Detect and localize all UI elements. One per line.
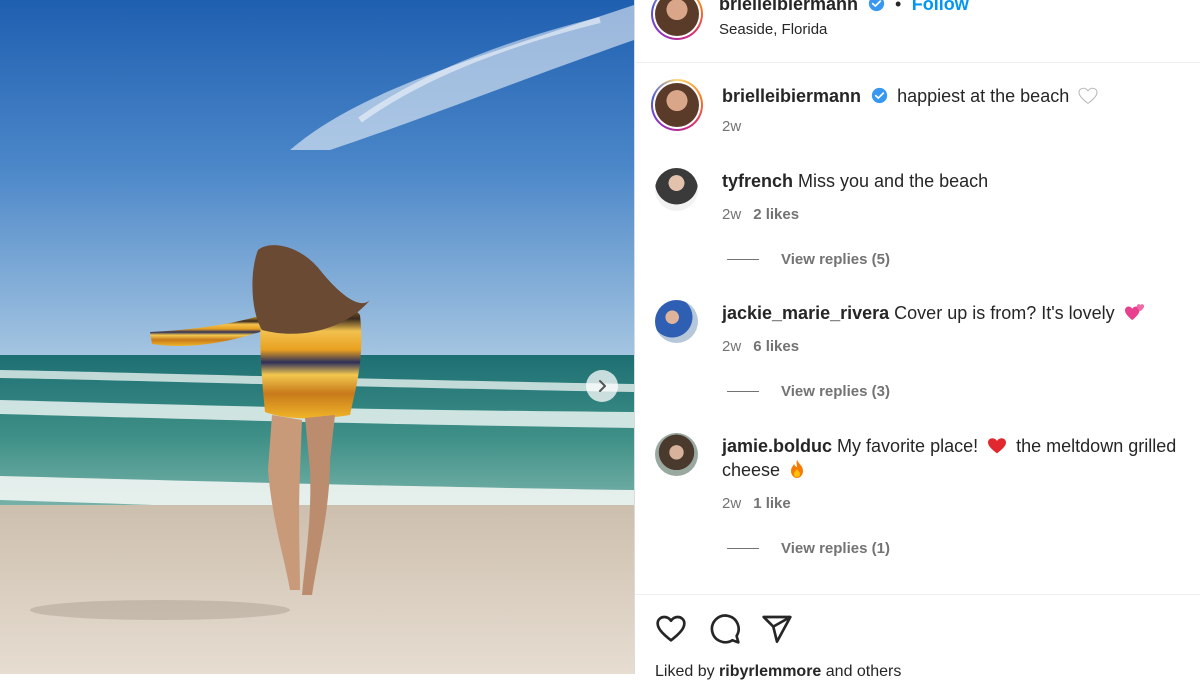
fire-emoji-icon	[791, 460, 804, 478]
comment-icon[interactable]	[709, 613, 741, 645]
comment-text: My favorite place!	[837, 436, 979, 456]
comment-avatar[interactable]	[655, 433, 698, 476]
view-replies-button[interactable]: View replies (3)	[727, 383, 890, 400]
chevron-right-icon	[599, 380, 606, 392]
comment-item: jamie.bolduc My favorite place! the melt…	[722, 434, 1192, 482]
red-heart-emoji-icon	[988, 438, 1007, 454]
two-hearts-emoji-icon	[1124, 304, 1144, 321]
caption-text: happiest at the beach	[897, 86, 1070, 106]
verified-badge-icon	[871, 87, 888, 104]
post-details-panel: brielleibiermann • Follow Seaside, Flori…	[635, 0, 1200, 680]
view-replies-label: View replies (5)	[781, 251, 890, 268]
comment-meta: 2w 1 like	[722, 495, 791, 512]
view-replies-label: View replies (1)	[781, 540, 890, 557]
post-photo	[0, 0, 634, 674]
comment-meta: 2w 6 likes	[722, 338, 799, 355]
heart-icon[interactable]	[655, 613, 687, 645]
beach-photo-image	[0, 0, 634, 674]
post-header: brielleibiermann • Follow Seaside, Flori…	[635, 0, 1200, 63]
comment-avatar[interactable]	[655, 168, 698, 211]
comment-time: 2w	[722, 206, 742, 223]
liked-by-prefix: Liked by	[655, 663, 715, 680]
caption: brielleibiermann happiest at the beach	[722, 86, 1098, 107]
replies-line	[727, 391, 759, 392]
replies-line	[727, 548, 759, 549]
separator-dot: •	[894, 0, 902, 14]
follow-button[interactable]: Follow	[912, 0, 969, 14]
comment-text: Cover up is from? It's lovely	[894, 303, 1115, 323]
comment-item: jackie_marie_rivera Cover up is from? It…	[722, 301, 1192, 325]
comment-time: 2w	[722, 495, 742, 512]
caption-time: 2w	[722, 118, 742, 135]
caption-username[interactable]: brielleibiermann	[722, 86, 861, 106]
view-replies-button[interactable]: View replies (1)	[727, 540, 890, 557]
comment-likes[interactable]: 2 likes	[753, 206, 799, 223]
post-actions-bar: Liked by ribyrlemmore and others	[635, 594, 1200, 680]
comment-time: 2w	[722, 338, 742, 355]
comment-likes[interactable]: 6 likes	[753, 338, 799, 355]
view-replies-label: View replies (3)	[781, 383, 890, 400]
liked-by-user[interactable]: ribyrlemmore	[719, 663, 821, 680]
comment-avatar[interactable]	[655, 300, 698, 343]
comment-username[interactable]: jackie_marie_rivera	[722, 303, 889, 323]
replies-line	[727, 259, 759, 260]
comment-likes[interactable]: 1 like	[753, 495, 791, 512]
author-avatar[interactable]	[651, 0, 703, 40]
comment-username[interactable]: tyfrench	[722, 171, 793, 191]
liked-by-suffix[interactable]: and others	[826, 663, 902, 680]
liked-by-line: Liked by ribyrlemmore and others	[655, 663, 901, 681]
comment-meta: 2w 2 likes	[722, 206, 799, 223]
caption-avatar[interactable]	[651, 79, 703, 131]
view-replies-button[interactable]: View replies (5)	[727, 251, 890, 268]
comment-username[interactable]: jamie.bolduc	[722, 436, 832, 456]
next-photo-button[interactable]	[586, 370, 618, 402]
author-username[interactable]: brielleibiermann	[719, 0, 858, 14]
comment-item: tyfrench Miss you and the beach	[722, 169, 1192, 193]
verified-badge-icon	[868, 0, 884, 12]
post-location[interactable]: Seaside, Florida	[719, 21, 827, 38]
comment-text: Miss you and the beach	[798, 171, 989, 191]
white-heart-emoji-icon	[1078, 87, 1098, 105]
share-icon[interactable]	[761, 613, 793, 645]
